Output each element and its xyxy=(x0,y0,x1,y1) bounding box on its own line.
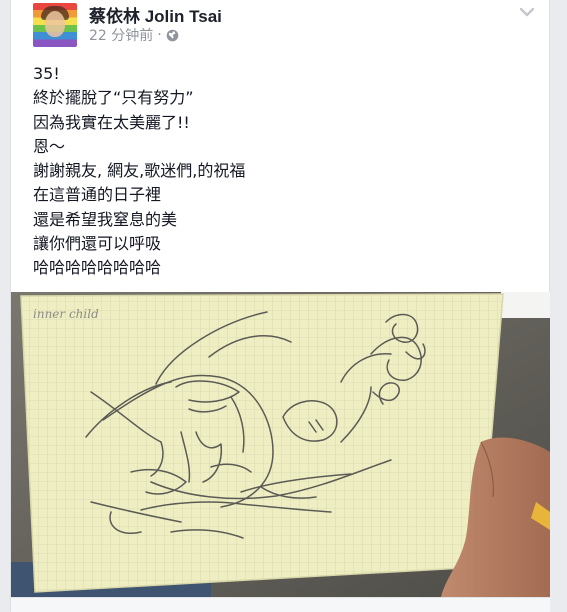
post-line-7: 還是希望我窒息的美 xyxy=(33,209,178,229)
notebook-page xyxy=(20,293,504,593)
author-avatar[interactable] xyxy=(33,3,77,47)
post-line-5: 謝謝親友, 網友,歌迷們,的祝福 xyxy=(33,161,246,181)
post-line-3: 因為我實在太美麗了!! xyxy=(33,112,190,132)
post-line-4: 恩～ xyxy=(33,136,66,156)
author-name[interactable]: 蔡依林 Jolin Tsai xyxy=(89,2,222,27)
post-line-2: 終於擺脫了“只有努力” xyxy=(33,88,194,108)
background-white xyxy=(501,292,550,318)
notebook-label: inner child xyxy=(33,307,99,321)
post-line-8: 讓你們還可以呼吸 xyxy=(33,234,162,254)
post-footer xyxy=(11,597,550,612)
facebook-post-card: 蔡依林 Jolin Tsai 22 分钟前 · 35! 終於擺脫了“只有努力” … xyxy=(10,0,550,612)
post-message: 35! 終於擺脫了“只有努力” 因為我實在太美麗了!! 恩～ 謝謝親友, 網友,… xyxy=(33,62,533,281)
post-line-9: 哈哈哈哈哈哈哈哈 xyxy=(33,258,162,278)
chevron-down-icon[interactable] xyxy=(519,6,535,18)
post-photo[interactable]: inner child xyxy=(11,292,550,597)
post-line-6: 在這普通的日子裡 xyxy=(33,185,162,205)
meta-separator: · xyxy=(157,27,162,43)
globe-icon[interactable] xyxy=(166,29,179,42)
post-line-1: 35! xyxy=(33,64,60,83)
avatar-face xyxy=(45,11,65,37)
notebook-drawing-photo: inner child xyxy=(11,292,550,597)
post-timestamp[interactable]: 22 分钟前 xyxy=(89,25,153,45)
post-meta: 22 分钟前 · xyxy=(89,25,179,45)
